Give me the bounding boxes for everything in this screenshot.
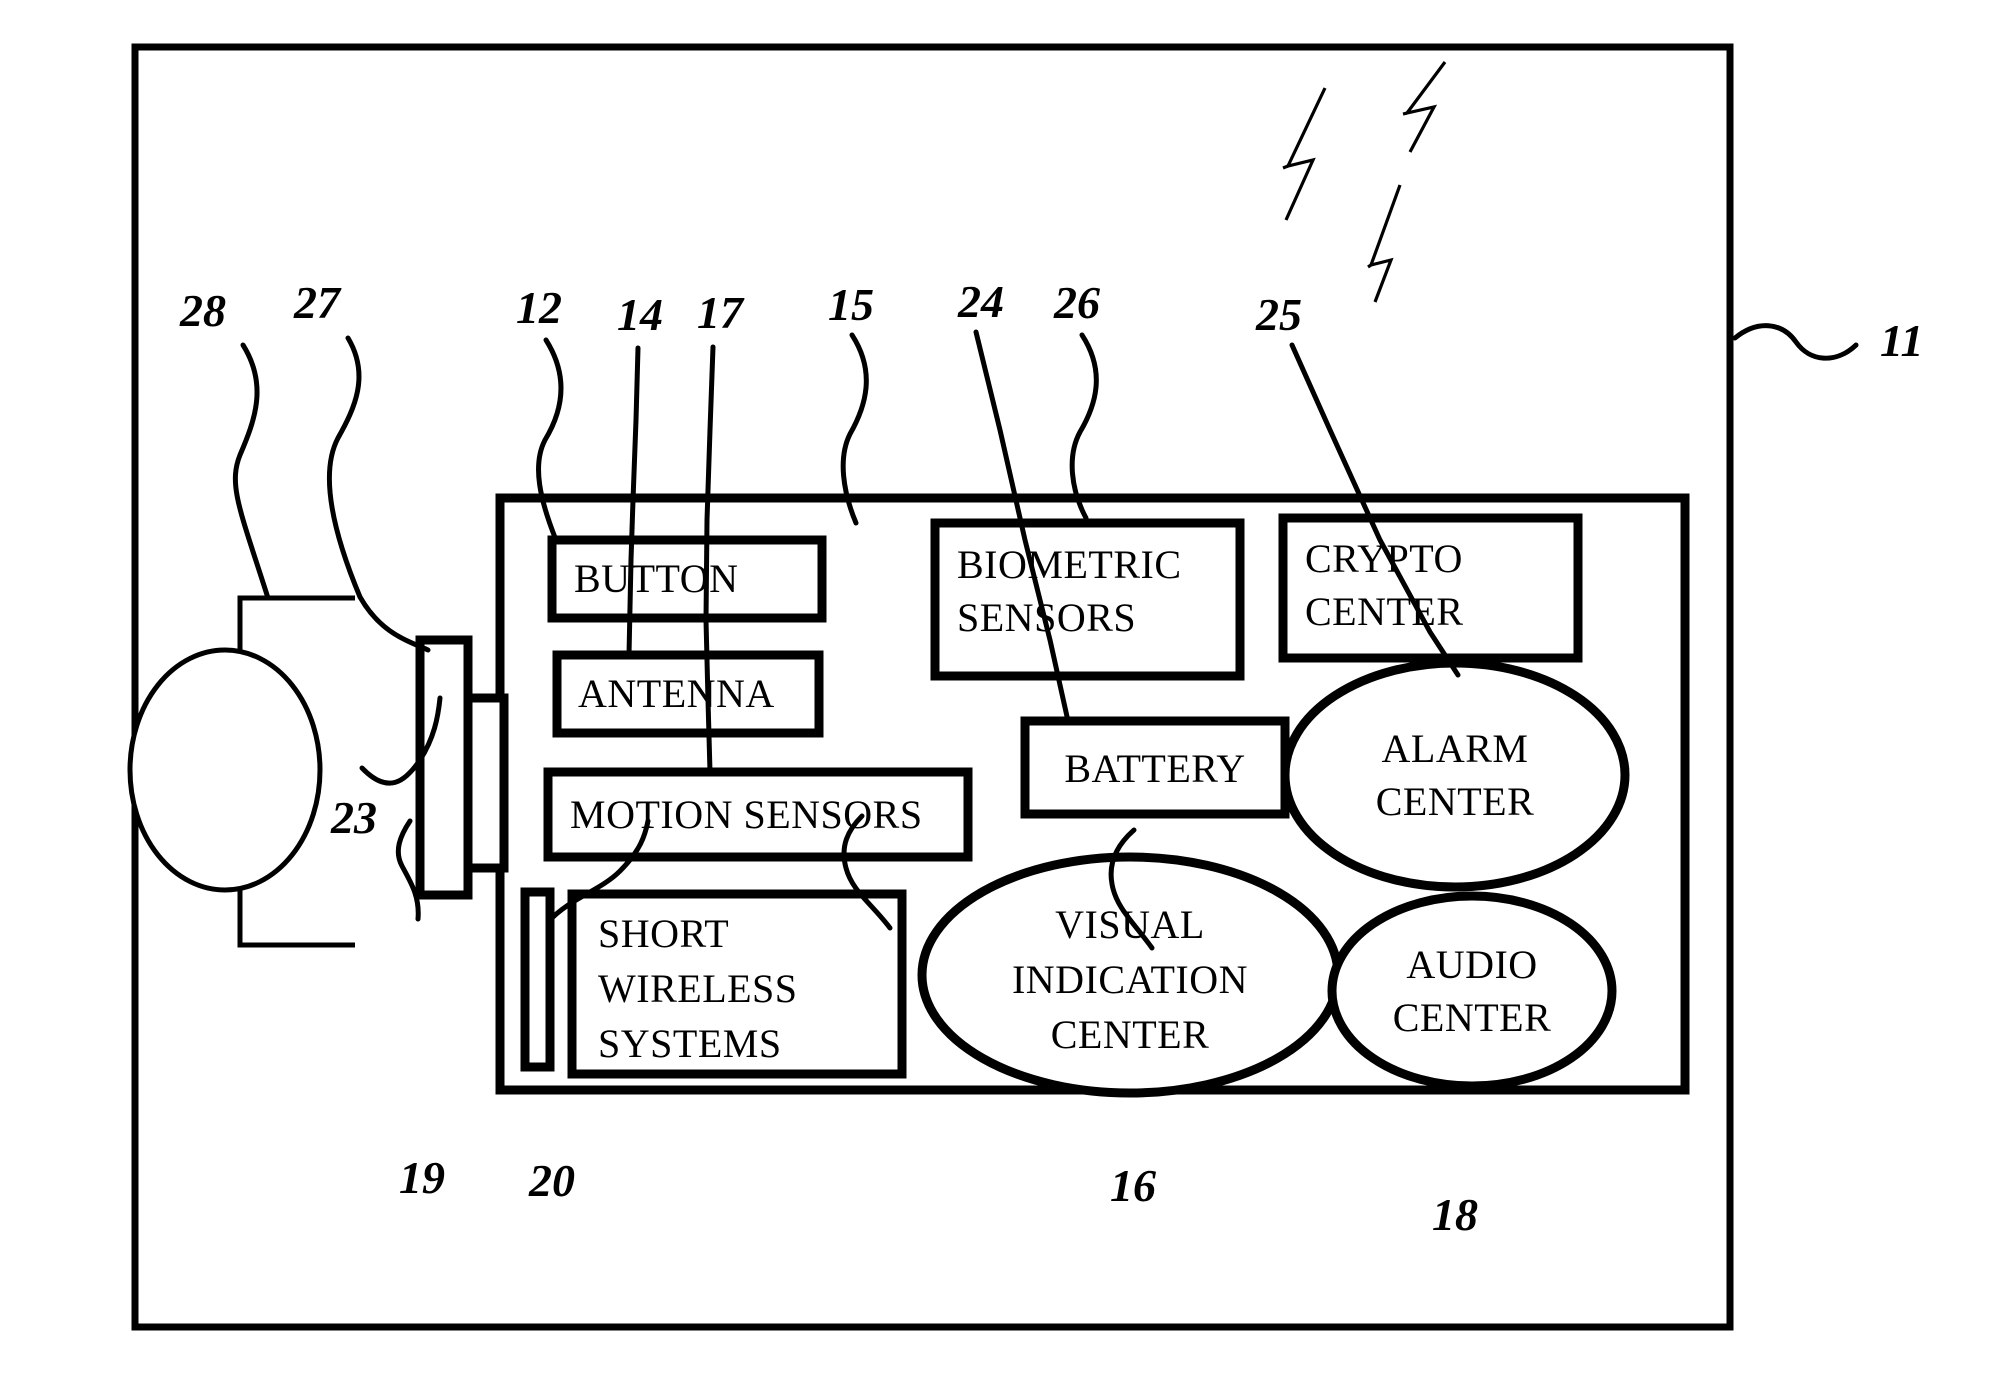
ref-numeral-28: 28 xyxy=(180,285,226,336)
ref-numeral-15: 15 xyxy=(828,279,874,330)
leader-26 xyxy=(1069,332,1099,521)
leader-28 xyxy=(232,342,271,601)
ref-numeral-26: 26 xyxy=(1054,277,1100,328)
ref-numeral-19: 19 xyxy=(399,1152,445,1203)
ref-numeral-17: 17 xyxy=(697,287,743,338)
alarm-center-ellipse-25 xyxy=(1280,658,1630,892)
audio-center-ellipse-18 xyxy=(1327,891,1617,1091)
visual-center-ellipse-16 xyxy=(917,852,1343,1098)
leader-12 xyxy=(536,337,564,543)
leader-11 xyxy=(1732,323,1859,361)
biometric-rect-15 xyxy=(930,518,1245,681)
diagram-vector-layer xyxy=(127,43,1859,1331)
ref-numeral-11: 11 xyxy=(1880,315,1924,366)
battery-rect-24 xyxy=(1020,716,1290,819)
ref-numeral-27: 27 xyxy=(294,277,340,328)
ref-numeral-23: 23 xyxy=(331,792,377,843)
leader-19 xyxy=(395,818,421,922)
rf-bolt-2-icon xyxy=(1402,61,1447,153)
leader-27 xyxy=(327,335,431,653)
rf-bolt-1-icon xyxy=(1282,87,1327,221)
rf-bolt-3-icon xyxy=(1367,184,1402,303)
external-ellipse-28 xyxy=(127,647,323,893)
ref-numeral-12: 12 xyxy=(516,282,562,333)
ref-numeral-24: 24 xyxy=(958,276,1004,327)
ref-numeral-20: 20 xyxy=(529,1155,575,1206)
ref-numeral-25: 25 xyxy=(1256,289,1302,340)
patent-figure: BUTTON ANTENNA MOTION SENSORS SHORT WIRE… xyxy=(0,0,2006,1391)
motion-sensors-rect-17 xyxy=(543,767,973,862)
edge-strip-19 xyxy=(520,887,555,1072)
short-wireless-rect-20 xyxy=(567,889,907,1079)
ref-numeral-18: 18 xyxy=(1432,1189,1478,1240)
button-rect-12 xyxy=(547,535,827,623)
ref-numeral-16: 16 xyxy=(1110,1160,1156,1211)
side-bar-23 xyxy=(463,693,509,873)
ref-numeral-14: 14 xyxy=(617,289,663,340)
side-bar-27 xyxy=(415,635,473,900)
antenna-rect-14 xyxy=(552,650,824,738)
